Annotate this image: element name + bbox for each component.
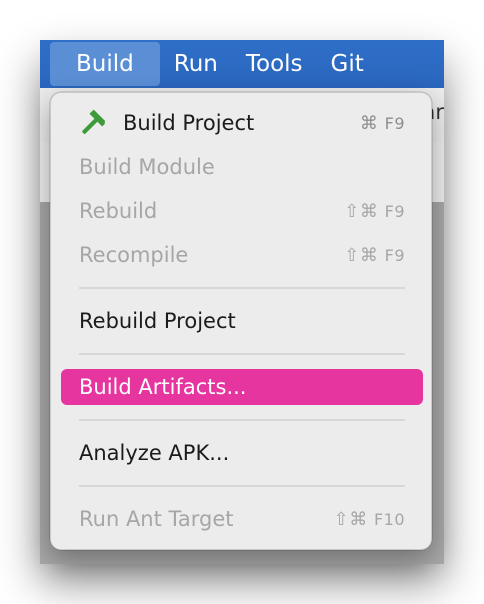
menu-item-analyze-apk[interactable]: Analyze APK... <box>61 435 423 471</box>
shortcut-label: ⌘ F9 <box>359 112 405 134</box>
menu-separator <box>79 419 405 421</box>
menu-item-build-artifacts[interactable]: Build Artifacts... <box>61 369 423 405</box>
menu-item-rebuild-project[interactable]: Rebuild Project <box>61 303 423 339</box>
menubar-tools[interactable]: Tools <box>232 42 317 86</box>
menu-item-label: Recompile <box>79 243 189 267</box>
menu-item-label: Build Project <box>123 111 255 135</box>
menubar-build[interactable]: Build <box>50 42 160 86</box>
shortcut-label: ⇧⌘ F9 <box>344 200 405 222</box>
shortcut-label: ⇧⌘ F10 <box>333 508 405 530</box>
menu-item-label: Rebuild <box>79 199 158 223</box>
menu-item-label: Run Ant Target <box>79 507 234 531</box>
menubar-git[interactable]: Git <box>317 42 378 86</box>
build-menu-dropdown: Build Project ⌘ F9 Build Module Rebuild … <box>50 92 432 550</box>
menu-separator <box>79 485 405 487</box>
menu-item-build-project[interactable]: Build Project ⌘ F9 <box>61 105 423 141</box>
menubar: Build Run Tools Git <box>40 40 444 88</box>
menu-item-label: Analyze APK... <box>79 441 230 465</box>
menu-separator <box>79 353 405 355</box>
menu-separator <box>79 287 405 289</box>
shortcut-label: ⇧⌘ F9 <box>344 244 405 266</box>
menu-item-rebuild: Rebuild ⇧⌘ F9 <box>61 193 423 229</box>
menu-item-label: Build Module <box>79 155 215 179</box>
screenshot-stage: ar Build Run Tools Git Build Project ⌘ F… <box>0 0 484 604</box>
hammer-icon <box>82 109 106 134</box>
menubar-run[interactable]: Run <box>160 42 232 86</box>
menu-item-run-ant-target: Run Ant Target ⇧⌘ F10 <box>61 501 423 537</box>
menu-item-build-module: Build Module <box>61 149 423 185</box>
menu-item-label: Rebuild Project <box>79 309 236 333</box>
menu-item-label: Build Artifacts... <box>79 375 247 399</box>
menu-item-recompile: Recompile ⇧⌘ F9 <box>61 237 423 273</box>
